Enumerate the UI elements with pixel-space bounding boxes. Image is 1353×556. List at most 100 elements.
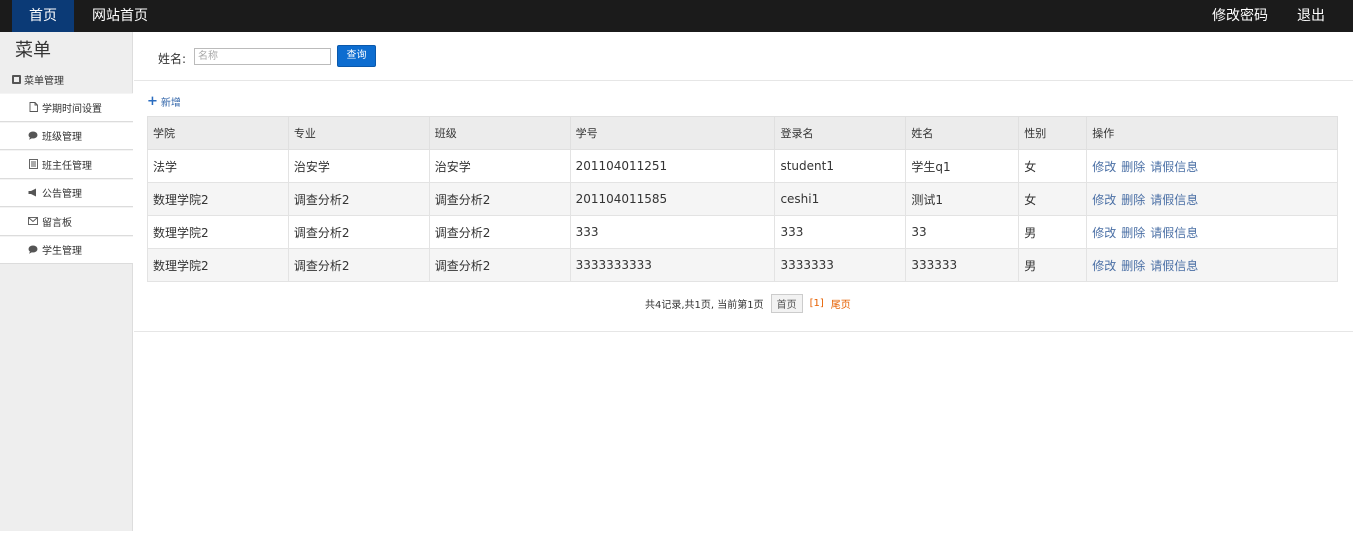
edit-link[interactable]: 修改 [1092, 226, 1116, 240]
leave-info-link[interactable]: 请假信息 [1150, 160, 1198, 174]
table-header-row: 学院 专业 班级 学号 登录名 姓名 性别 操作 [147, 116, 1338, 150]
chat-bubble-icon [28, 131, 38, 141]
search-label: 姓名: [158, 52, 187, 66]
column-header-student-id: 学号 [569, 116, 776, 150]
table-row: 法学 治安学 治安学 201104011251 student1 学生q1 女 … [147, 149, 1338, 183]
column-header-actions: 操作 [1086, 116, 1338, 150]
sidebar-group-label: 菜单管理 [24, 76, 64, 87]
column-header-class: 班级 [428, 116, 571, 150]
logout-link[interactable]: 退出 [1288, 0, 1334, 32]
search-button[interactable]: 查询 [337, 45, 376, 67]
table-cell: 女 [1018, 182, 1088, 216]
document-icon [28, 102, 38, 113]
table-cell: ceshi1 [774, 182, 907, 216]
table-cell: 数理学院2 [147, 215, 289, 249]
row-actions: 修改 删除 请假信息 [1086, 248, 1338, 282]
column-header-login-name: 登录名 [774, 116, 907, 150]
sidebar-item-label: 班主任管理 [42, 160, 92, 172]
table-cell: 治安学 [428, 149, 571, 183]
main-content: 姓名: 查询 + 新增 学院 专业 班级 学号 登录名 姓名 性别 操作 [134, 32, 1353, 531]
sidebar: 菜单 菜单管理 学期时间设置 班级管理 班主任管理 公告管理 留言板 学生管理 [0, 32, 133, 531]
first-page-button[interactable]: 首页 [770, 294, 803, 313]
table-cell: 调查分析2 [287, 215, 430, 249]
sidebar-item-label: 班级管理 [42, 132, 82, 144]
chat-bubble-icon [28, 245, 38, 255]
table-cell: 男 [1018, 215, 1088, 249]
top-navbar: 首页 网站首页 修改密码 退出 [0, 0, 1353, 32]
nav-site-home-link[interactable]: 网站首页 [84, 0, 156, 32]
sidebar-item-message-board[interactable]: 留言板 [0, 207, 133, 236]
edit-link[interactable]: 修改 [1092, 160, 1116, 174]
sidebar-title: 菜单 [15, 40, 51, 61]
sidebar-group-menu-management[interactable]: 菜单管理 [12, 72, 64, 87]
leave-info-link[interactable]: 请假信息 [1150, 259, 1198, 273]
table-cell: 治安学 [287, 149, 430, 183]
envelope-icon [28, 216, 38, 226]
table-cell: 333 [569, 215, 776, 249]
delete-link[interactable]: 删除 [1121, 160, 1145, 174]
table-cell: 女 [1018, 149, 1088, 183]
table-row: 数理学院2 调查分析2 调查分析2 333 333 33 男 修改 删除 请假信息 [147, 215, 1338, 249]
table-cell: 调查分析2 [428, 215, 571, 249]
table-cell: 333 [774, 215, 907, 249]
table-row: 数理学院2 调查分析2 调查分析2 201104011585 ceshi1 测试… [147, 182, 1338, 216]
add-new-label: 新增 [160, 98, 181, 109]
table-cell: student1 [774, 149, 907, 183]
column-header-college: 学院 [147, 116, 289, 150]
last-page-link[interactable]: 尾页 [831, 296, 851, 311]
nav-home-tab[interactable]: 首页 [12, 0, 74, 32]
table-cell: 测试1 [905, 182, 1020, 216]
delete-link[interactable]: 删除 [1121, 193, 1145, 207]
list-box-icon [12, 75, 21, 84]
students-table: 学院 专业 班级 学号 登录名 姓名 性别 操作 法学 治安学 治安学 2011… [147, 116, 1338, 282]
sidebar-items: 学期时间设置 班级管理 班主任管理 公告管理 留言板 学生管理 [0, 93, 133, 264]
table-cell: 调查分析2 [428, 248, 571, 282]
row-actions: 修改 删除 请假信息 [1086, 182, 1338, 216]
edit-link[interactable]: 修改 [1092, 259, 1116, 273]
row-actions: 修改 删除 请假信息 [1086, 215, 1338, 249]
sidebar-item-label: 留言板 [42, 217, 72, 229]
sidebar-item-head-teacher-management[interactable]: 班主任管理 [0, 150, 133, 179]
table-cell: 调查分析2 [428, 182, 571, 216]
sidebar-item-semester-time[interactable]: 学期时间设置 [0, 93, 133, 122]
column-header-name: 姓名 [905, 116, 1020, 150]
table-row: 数理学院2 调查分析2 调查分析2 3333333333 3333333 333… [147, 248, 1338, 282]
pagination-summary: 共4记录,共1页, 当前第1页 [645, 300, 764, 311]
search-bar: 姓名: 查询 [134, 32, 1353, 81]
table-cell: 3333333 [774, 248, 907, 282]
table-cell: 201104011251 [569, 149, 776, 183]
table-cell: 数理学院2 [147, 248, 289, 282]
table-cell: 333333 [905, 248, 1020, 282]
table-cell: 33 [905, 215, 1020, 249]
column-header-major: 专业 [287, 116, 430, 150]
table-cell: 201104011585 [569, 182, 776, 216]
row-actions: 修改 删除 请假信息 [1086, 149, 1338, 183]
leave-info-link[interactable]: 请假信息 [1150, 226, 1198, 240]
pagination: 共4记录,共1页, 当前第1页 首页 [1] 尾页 [645, 294, 851, 313]
delete-link[interactable]: 删除 [1121, 259, 1145, 273]
plus-icon: + [147, 93, 158, 109]
edit-link[interactable]: 修改 [1092, 193, 1116, 207]
sidebar-item-class-management[interactable]: 班级管理 [0, 121, 133, 150]
name-search-input[interactable] [194, 48, 331, 65]
table-cell: 学生q1 [905, 149, 1020, 183]
sidebar-item-announcement-management[interactable]: 公告管理 [0, 178, 133, 207]
table-cell: 法学 [147, 149, 289, 183]
list-icon [28, 159, 38, 170]
change-password-link[interactable]: 修改密码 [1204, 0, 1276, 32]
megaphone-icon [28, 188, 38, 198]
delete-link[interactable]: 删除 [1121, 226, 1145, 240]
column-header-gender: 性别 [1018, 116, 1088, 150]
table-cell: 调查分析2 [287, 248, 430, 282]
add-new-button[interactable]: + 新增 [147, 93, 181, 110]
table-cell: 男 [1018, 248, 1088, 282]
sidebar-item-student-management[interactable]: 学生管理 [0, 235, 133, 264]
leave-info-link[interactable]: 请假信息 [1150, 193, 1198, 207]
table-cell: 调查分析2 [287, 182, 430, 216]
content-divider [134, 331, 1353, 332]
current-page-indicator: [1] [809, 298, 824, 309]
sidebar-item-label: 学期时间设置 [42, 103, 102, 115]
sidebar-item-label: 学生管理 [42, 246, 82, 258]
table-cell: 数理学院2 [147, 182, 289, 216]
table-cell: 3333333333 [569, 248, 776, 282]
